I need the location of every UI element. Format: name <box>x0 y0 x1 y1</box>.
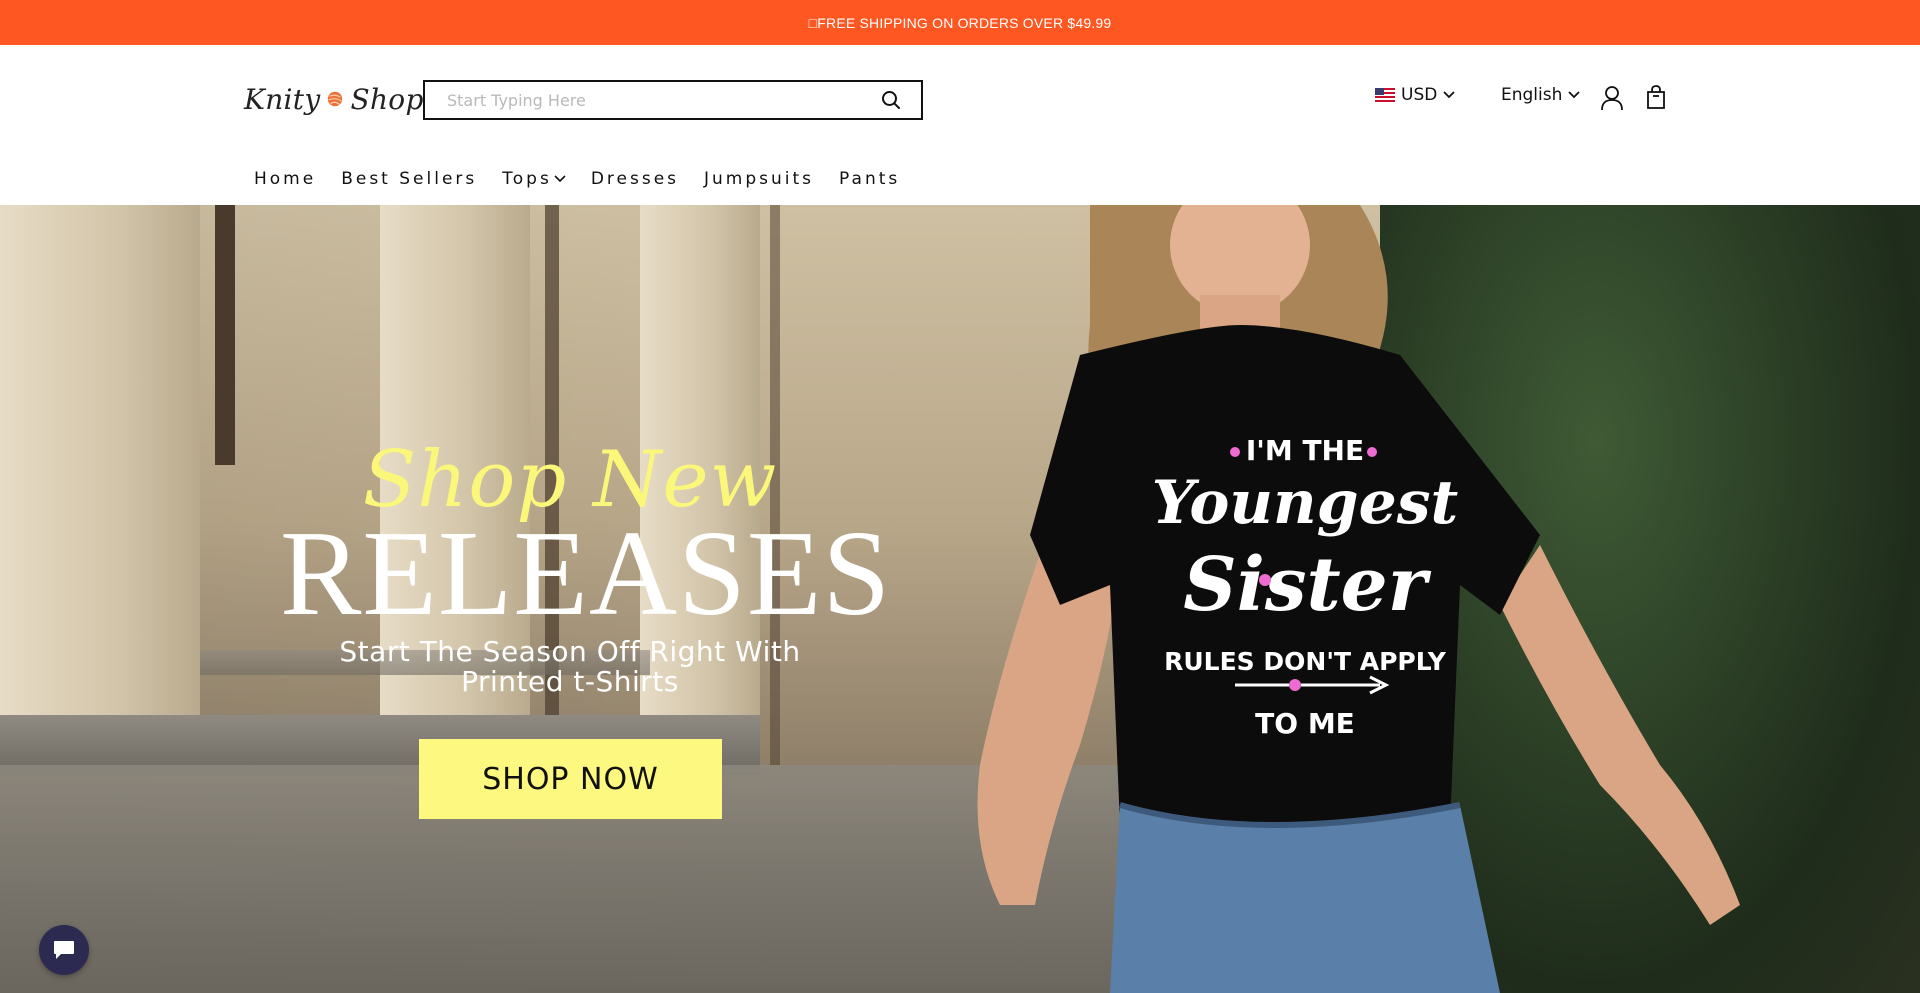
nav-label: Home <box>254 169 317 189</box>
shirt-print-line: Youngest <box>1152 468 1459 538</box>
nav-item-dresses[interactable]: Dresses <box>591 169 679 189</box>
logo-text-left: Knity <box>244 82 321 116</box>
shirt-print-line: I'M THE <box>1246 434 1364 467</box>
search-icon <box>882 91 900 109</box>
announcement-bar: □FREE SHIPPING ON ORDERS OVER $49.99 <box>0 0 1920 45</box>
nav-label: Jumpsuits <box>704 169 815 189</box>
nav-item-home[interactable]: Home <box>254 169 316 189</box>
nav-label: Dresses <box>590 169 680 189</box>
nav-label: Pants <box>839 169 901 189</box>
yarn-ball-icon <box>328 91 343 107</box>
window-frame <box>215 205 235 465</box>
hero-subline-1: Start The Season Off Right With <box>339 635 801 668</box>
chat-button[interactable] <box>39 925 89 975</box>
main-nav: Home Best Sellers Tops Dresses Jumpsuits… <box>254 167 925 191</box>
chevron-down-icon <box>1443 91 1455 99</box>
hero-headline: RELEASES <box>280 506 892 641</box>
chat-icon <box>54 941 74 959</box>
currency-selector[interactable]: USD <box>1375 85 1455 105</box>
site-header: Knity Shop USD English <box>0 45 1920 205</box>
model-image: I'M THE Youngest Sister RULES DON'T APPL… <box>977 205 1740 993</box>
shop-now-button[interactable]: SHOP NOW <box>419 739 722 819</box>
shirt-print-line: Sister <box>1183 542 1431 628</box>
nav-label: Best Sellers <box>341 169 478 189</box>
nav-item-tops[interactable]: Tops <box>502 169 566 189</box>
logo[interactable]: Knity Shop <box>244 79 424 119</box>
logo-text-right: Shop <box>350 82 424 116</box>
language-selector[interactable]: English <box>1501 85 1581 105</box>
nav-item-jumpsuits[interactable]: Jumpsuits <box>704 169 814 189</box>
hero-subline-2: Printed t-Shirts <box>461 665 679 698</box>
nav-label: Tops <box>502 169 552 189</box>
search-input[interactable] <box>425 82 871 118</box>
chevron-down-icon <box>554 175 566 183</box>
shirt-print-line: RULES DON'T APPLY <box>1164 647 1447 676</box>
search-bar <box>423 80 923 120</box>
shirt-print-line: TO ME <box>1255 707 1355 740</box>
chevron-down-icon <box>1568 91 1581 99</box>
nav-item-best-sellers[interactable]: Best Sellers <box>341 169 477 189</box>
account-icon[interactable] <box>1600 85 1624 111</box>
building-wall <box>0 205 200 765</box>
nav-item-pants[interactable]: Pants <box>839 169 900 189</box>
language-label: English <box>1501 85 1563 105</box>
search-button[interactable] <box>871 82 911 118</box>
hero-copy: Shop New RELEASES Start The Season Off R… <box>280 435 892 698</box>
flag-us-icon <box>1375 88 1395 102</box>
hero-banner: I'M THE Youngest Sister RULES DON'T APPL… <box>0 205 1920 993</box>
currency-label: USD <box>1401 85 1438 105</box>
cart-icon[interactable] <box>1645 84 1667 110</box>
announcement-text: □FREE SHIPPING ON ORDERS OVER $49.99 <box>808 14 1112 31</box>
